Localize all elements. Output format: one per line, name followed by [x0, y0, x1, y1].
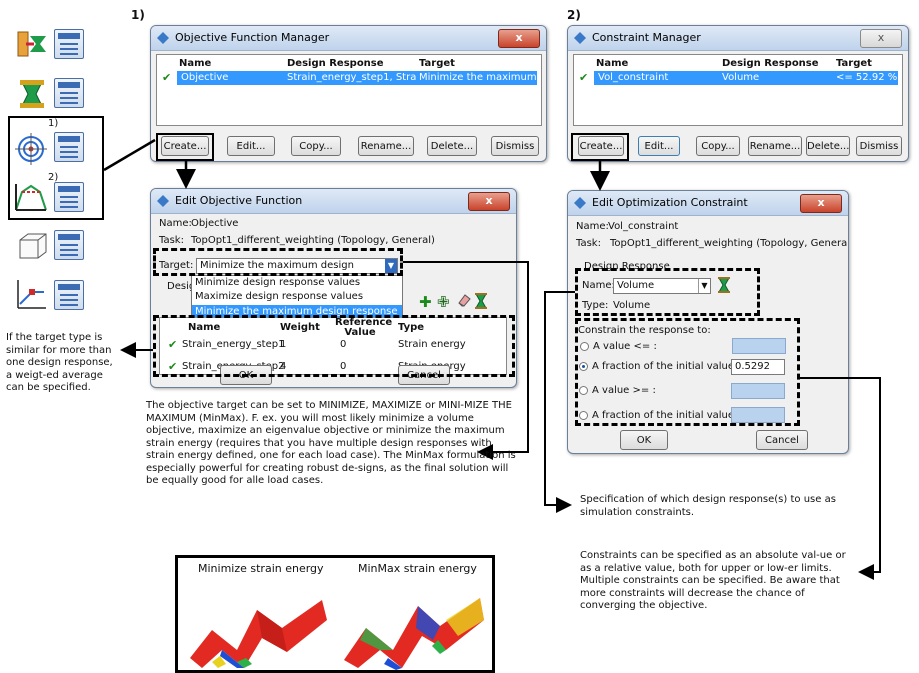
comparison-figure: Minimize strain energy MinMax strain ene… — [175, 555, 495, 673]
minimize-label: Minimize strain energy — [198, 562, 324, 575]
minmax-result-image — [344, 598, 484, 670]
constraint-detail-note: Constraints can be specified as an absol… — [580, 550, 846, 611]
objective-target-note: The objective target can be set to MINIM… — [146, 400, 516, 486]
constraint-spec-note: Specification of which design response(s… — [580, 494, 836, 518]
minimize-result-image — [190, 600, 327, 668]
minmax-label: MinMax strain energy — [358, 562, 477, 575]
weighted-average-note: If the target type is similar for more t… — [6, 332, 113, 393]
